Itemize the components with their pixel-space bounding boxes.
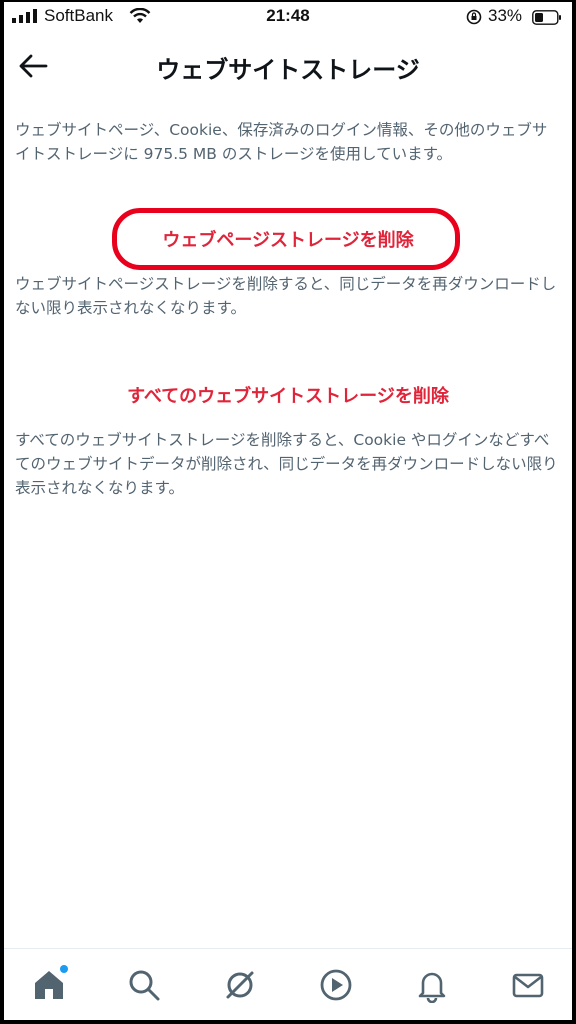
messages-icon <box>512 973 544 998</box>
delete-all-website-storage-button[interactable]: すべてのウェブサイトストレージを削除 <box>4 382 572 408</box>
notification-dot <box>60 965 68 973</box>
storage-description: ウェブサイトページ、Cookie、保存済みのログイン情報、その他のウェブサイトス… <box>15 121 548 163</box>
notifications-icon <box>418 972 446 1004</box>
battery-icon <box>532 10 561 25</box>
bottom-nav <box>4 948 572 1020</box>
page-title: ウェブサイトストレージ <box>156 56 420 84</box>
delete-all-website-storage-note: すべてのウェブサイトストレージを削除すると、Cookie やログインなどすべての… <box>15 431 558 497</box>
nav-spaces[interactable] <box>222 967 258 1003</box>
delete-webpage-storage-button[interactable]: ウェブページストレージを削除 <box>4 226 572 252</box>
delete-webpage-storage-note: ウェブサイトページストレージを削除すると、同じデータを再ダウンロードしない限り表… <box>15 275 557 317</box>
spaces-icon <box>226 971 254 999</box>
clock: 21:48 <box>266 6 310 25</box>
search-icon <box>129 970 160 1001</box>
nav-search[interactable] <box>126 967 162 1003</box>
battery-percent: 33% <box>488 6 523 25</box>
nav-video[interactable] <box>318 967 354 1003</box>
screen: SoftBank 21:48 33% ウェブサイトストレージ ウェブサイトページ… <box>4 2 572 1020</box>
video-icon <box>320 969 352 1001</box>
nav-messages[interactable] <box>510 967 546 1003</box>
nav-notifications[interactable] <box>414 967 450 1004</box>
rotation-lock-icon <box>466 9 482 25</box>
header: ウェブサイトストレージ <box>4 40 572 92</box>
status-bar: SoftBank 21:48 33% <box>4 2 572 32</box>
